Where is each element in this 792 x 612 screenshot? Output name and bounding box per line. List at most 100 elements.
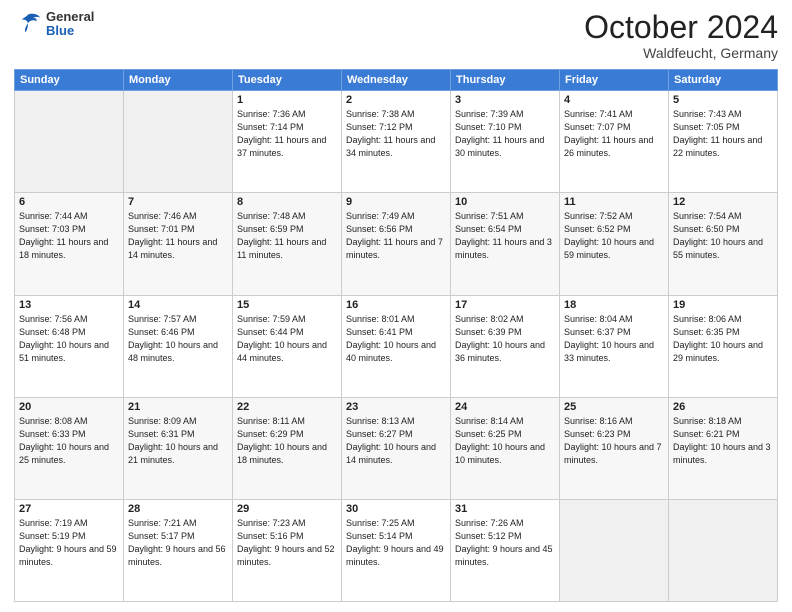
calendar-cell: 31 Sunrise: 7:26 AM Sunset: 5:12 PM Dayli… [451, 499, 560, 601]
day-number: 15 [237, 299, 337, 311]
day-number: 12 [673, 196, 773, 208]
calendar-row: 13Sunrise: 7:56 AM Sunset: 6:48 PM Dayli… [15, 295, 778, 397]
calendar-cell: 30Sunrise: 7:25 AM Sunset: 5:14 PM Dayli… [342, 499, 451, 601]
day-info: Sunrise: 8:09 AM Sunset: 6:31 PM Dayligh… [128, 415, 228, 467]
calendar-cell [124, 91, 233, 193]
calendar-cell: 8 Sunrise: 7:48 AM Sunset: 6:59 PM Daylig… [233, 193, 342, 295]
day-number: 28 [128, 503, 228, 515]
day-info: Sunrise: 7:48 AM Sunset: 6:59 PM Dayligh… [237, 210, 337, 262]
day-info: Sunrise: 8:11 AM Sunset: 6:29 PM Dayligh… [237, 415, 337, 467]
day-info: Sunrise: 7:41 AM Sunset: 7:07 PM Dayligh… [564, 108, 664, 160]
day-info: Sunrise: 7:52 AM Sunset: 6:52 PM Dayligh… [564, 210, 664, 262]
calendar-table: SundayMondayTuesdayWednesdayThursdayFrid… [14, 69, 778, 602]
calendar-cell: 9 Sunrise: 7:49 AM Sunset: 6:56 PM Daylig… [342, 193, 451, 295]
calendar-cell: 7 Sunrise: 7:46 AM Sunset: 7:01 PM Daylig… [124, 193, 233, 295]
day-number: 5 [673, 94, 773, 106]
logo-general: General [46, 10, 94, 24]
day-number: 31 [455, 503, 555, 515]
calendar-cell: 11 Sunrise: 7:52 AM Sunset: 6:52 PM Dayli… [560, 193, 669, 295]
calendar-cell: 26 Sunrise: 8:18 AM Sunset: 6:21 PM Dayli… [669, 397, 778, 499]
calendar-cell: 25 Sunrise: 8:16 AM Sunset: 6:23 PM Dayli… [560, 397, 669, 499]
day-number: 23 [346, 401, 446, 413]
calendar-cell [669, 499, 778, 601]
day-number: 6 [19, 196, 119, 208]
day-number: 17 [455, 299, 555, 311]
day-number: 26 [673, 401, 773, 413]
calendar-cell [560, 499, 669, 601]
header-cell-sunday: Sunday [15, 70, 124, 91]
calendar-row: 20Sunrise: 8:08 AM Sunset: 6:33 PM Dayli… [15, 397, 778, 499]
day-number: 7 [128, 196, 228, 208]
day-info: Sunrise: 7:51 AM Sunset: 6:54 PM Dayligh… [455, 210, 555, 262]
calendar-cell: 28 Sunrise: 7:21 AM Sunset: 5:17 PM Dayli… [124, 499, 233, 601]
calendar-cell: 2 Sunrise: 7:38 AM Sunset: 7:12 PM Daylig… [342, 91, 451, 193]
day-number: 25 [564, 401, 664, 413]
calendar-cell: 23 Sunrise: 8:13 AM Sunset: 6:27 PM Dayli… [342, 397, 451, 499]
page-header: General Blue October 2024 Waldfeucht, Ge… [14, 10, 778, 61]
calendar-cell: 15Sunrise: 7:59 AM Sunset: 6:44 PM Dayli… [233, 295, 342, 397]
day-number: 8 [237, 196, 337, 208]
day-number: 14 [128, 299, 228, 311]
header-cell-saturday: Saturday [669, 70, 778, 91]
calendar-cell: 4 Sunrise: 7:41 AM Sunset: 7:07 PM Daylig… [560, 91, 669, 193]
day-number: 3 [455, 94, 555, 106]
calendar-cell: 13Sunrise: 7:56 AM Sunset: 6:48 PM Dayli… [15, 295, 124, 397]
calendar-row: 27 Sunrise: 7:19 AM Sunset: 5:19 PM Dayli… [15, 499, 778, 601]
calendar-cell [15, 91, 124, 193]
day-info: Sunrise: 8:01 AM Sunset: 6:41 PM Dayligh… [346, 313, 446, 365]
calendar-cell: 29 Sunrise: 7:23 AM Sunset: 5:16 PM Dayli… [233, 499, 342, 601]
day-info: Sunrise: 7:26 AM Sunset: 5:12 PM Dayligh… [455, 517, 555, 569]
calendar-cell: 21Sunrise: 8:09 AM Sunset: 6:31 PM Dayli… [124, 397, 233, 499]
day-info: Sunrise: 7:44 AM Sunset: 7:03 PM Dayligh… [19, 210, 119, 262]
day-number: 20 [19, 401, 119, 413]
day-info: Sunrise: 8:02 AM Sunset: 6:39 PM Dayligh… [455, 313, 555, 365]
day-info: Sunrise: 7:19 AM Sunset: 5:19 PM Dayligh… [19, 517, 119, 569]
calendar-cell: 14Sunrise: 7:57 AM Sunset: 6:46 PM Dayli… [124, 295, 233, 397]
day-info: Sunrise: 7:23 AM Sunset: 5:16 PM Dayligh… [237, 517, 337, 569]
calendar-cell: 18 Sunrise: 8:04 AM Sunset: 6:37 PM Dayli… [560, 295, 669, 397]
calendar-cell: 17 Sunrise: 8:02 AM Sunset: 6:39 PM Dayli… [451, 295, 560, 397]
calendar-cell: 24Sunrise: 8:14 AM Sunset: 6:25 PM Dayli… [451, 397, 560, 499]
day-info: Sunrise: 8:13 AM Sunset: 6:27 PM Dayligh… [346, 415, 446, 467]
logo-blue: Blue [46, 24, 94, 38]
calendar-row: 6 Sunrise: 7:44 AM Sunset: 7:03 PM Daylig… [15, 193, 778, 295]
day-number: 4 [564, 94, 664, 106]
calendar-title: October 2024 [584, 10, 778, 45]
title-block: October 2024 Waldfeucht, Germany [584, 10, 778, 61]
day-number: 27 [19, 503, 119, 515]
day-number: 16 [346, 299, 446, 311]
day-info: Sunrise: 7:21 AM Sunset: 5:17 PM Dayligh… [128, 517, 228, 569]
header-cell-thursday: Thursday [451, 70, 560, 91]
day-info: Sunrise: 7:43 AM Sunset: 7:05 PM Dayligh… [673, 108, 773, 160]
header-cell-wednesday: Wednesday [342, 70, 451, 91]
calendar-cell: 3 Sunrise: 7:39 AM Sunset: 7:10 PM Daylig… [451, 91, 560, 193]
day-info: Sunrise: 8:16 AM Sunset: 6:23 PM Dayligh… [564, 415, 664, 467]
day-number: 2 [346, 94, 446, 106]
day-info: Sunrise: 7:39 AM Sunset: 7:10 PM Dayligh… [455, 108, 555, 160]
day-info: Sunrise: 7:38 AM Sunset: 7:12 PM Dayligh… [346, 108, 446, 160]
header-row: SundayMondayTuesdayWednesdayThursdayFrid… [15, 70, 778, 91]
day-info: Sunrise: 7:46 AM Sunset: 7:01 PM Dayligh… [128, 210, 228, 262]
calendar-cell: 20Sunrise: 8:08 AM Sunset: 6:33 PM Dayli… [15, 397, 124, 499]
calendar-location: Waldfeucht, Germany [584, 45, 778, 61]
day-info: Sunrise: 7:49 AM Sunset: 6:56 PM Dayligh… [346, 210, 446, 262]
day-number: 11 [564, 196, 664, 208]
calendar-cell: 5 Sunrise: 7:43 AM Sunset: 7:05 PM Daylig… [669, 91, 778, 193]
day-number: 18 [564, 299, 664, 311]
day-info: Sunrise: 7:36 AM Sunset: 7:14 PM Dayligh… [237, 108, 337, 160]
calendar-cell: 19Sunrise: 8:06 AM Sunset: 6:35 PM Dayli… [669, 295, 778, 397]
day-info: Sunrise: 7:54 AM Sunset: 6:50 PM Dayligh… [673, 210, 773, 262]
calendar-cell: 22 Sunrise: 8:11 AM Sunset: 6:29 PM Dayli… [233, 397, 342, 499]
day-number: 22 [237, 401, 337, 413]
day-number: 19 [673, 299, 773, 311]
logo-icon [14, 10, 42, 38]
calendar-cell: 27 Sunrise: 7:19 AM Sunset: 5:19 PM Dayli… [15, 499, 124, 601]
day-info: Sunrise: 8:18 AM Sunset: 6:21 PM Dayligh… [673, 415, 773, 467]
day-info: Sunrise: 8:04 AM Sunset: 6:37 PM Dayligh… [564, 313, 664, 365]
day-number: 9 [346, 196, 446, 208]
calendar-cell: 10Sunrise: 7:51 AM Sunset: 6:54 PM Dayli… [451, 193, 560, 295]
calendar-row: 1Sunrise: 7:36 AM Sunset: 7:14 PM Daylig… [15, 91, 778, 193]
day-number: 29 [237, 503, 337, 515]
logo: General Blue [14, 10, 94, 39]
day-number: 30 [346, 503, 446, 515]
